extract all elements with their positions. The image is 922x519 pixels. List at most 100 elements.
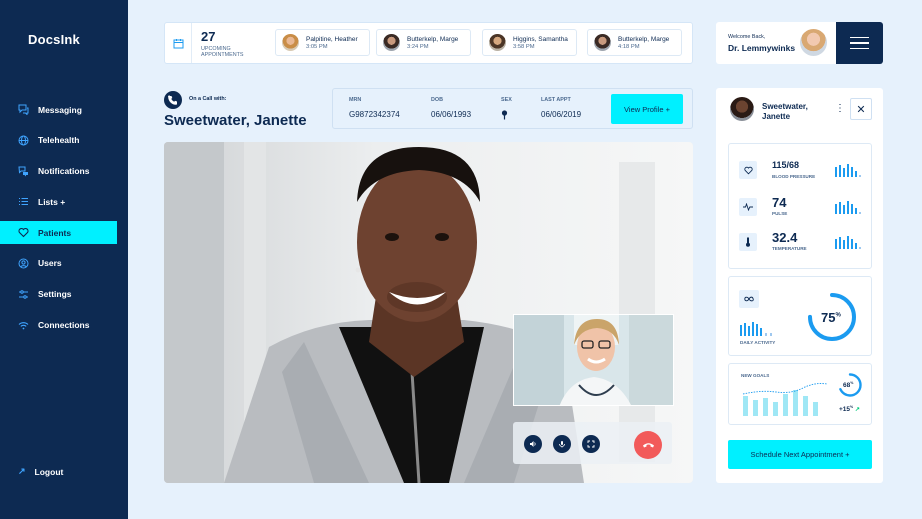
- appointment-card[interactable]: Butterkelp, Marge 4:18 PM: [587, 29, 682, 56]
- sidebar-item-label: Connections: [38, 320, 90, 331]
- sidebar-item-users[interactable]: Users: [0, 252, 128, 275]
- sidebar-item-label: Lists +: [38, 196, 66, 207]
- appointment-time: 3:58 PM: [513, 43, 535, 50]
- goals-delta: +15% ↗: [839, 405, 860, 413]
- new-goals-card: NEW GOALS 68% +15% ↗: [728, 363, 872, 425]
- temperature-sparkline: [835, 236, 861, 249]
- patient-info-bar: MRN G9872342374 DOB 06/06/1993 SEX LAST …: [332, 88, 693, 129]
- bp-sparkline: [835, 164, 861, 177]
- logout-label: Logout: [34, 466, 64, 477]
- mrn-value: G9872342374: [349, 110, 400, 119]
- user-name: Dr. Lemmywinks: [728, 43, 796, 53]
- last-appt-label: LAST APPT: [541, 97, 571, 103]
- schedule-appointment-button[interactable]: Schedule Next Appointment +: [728, 440, 872, 469]
- view-profile-button[interactable]: View Profile +: [611, 94, 683, 124]
- goals-percent-sign: %: [850, 381, 854, 385]
- patient-name-line: Sweetwater,: [762, 102, 808, 111]
- app-logo[interactable]: DocsInk: [28, 32, 80, 47]
- hamburger-line: [850, 42, 869, 44]
- pulse-sparkline: [835, 201, 861, 214]
- goals-percent: 68%: [843, 381, 853, 389]
- sidebar-item-telehealth[interactable]: Telehealth: [0, 129, 128, 152]
- speaker-button[interactable]: [524, 435, 542, 453]
- sidebar: DocsInk Messaging Telehealth Notificatio…: [0, 0, 128, 519]
- phone-hangup-icon: [642, 443, 654, 448]
- fullscreen-button[interactable]: [582, 435, 600, 453]
- vital-label: TEMPERATURE: [772, 246, 807, 251]
- sidebar-item-label: Notifications: [38, 166, 90, 177]
- speaker-icon: [530, 441, 536, 447]
- call-controls: [513, 422, 672, 464]
- heart-icon: [18, 227, 29, 238]
- sidebar-item-settings[interactable]: Settings: [0, 283, 128, 306]
- activity-percent-sign: %: [835, 312, 841, 319]
- vital-blood-pressure: 115/68 BLOOD PRESSURE: [739, 157, 865, 185]
- expand-icon: [587, 440, 595, 448]
- video-feed: [164, 142, 693, 483]
- last-appt-field: LAST APPT 06/06/2019: [541, 97, 581, 119]
- vital-value: 115/68: [772, 160, 800, 170]
- sidebar-item-notifications[interactable]: Notifications: [0, 160, 128, 183]
- pulse-icon: [739, 198, 757, 216]
- heart-icon: [739, 161, 757, 179]
- menu-button[interactable]: [836, 22, 883, 64]
- page-title: Sweetwater, Janette: [164, 112, 307, 129]
- doctor-pip-video[interactable]: [513, 314, 674, 406]
- activity-percent-value: 75: [821, 310, 836, 325]
- on-call-label: On a Call with:: [189, 96, 227, 102]
- chat-icon: [18, 104, 29, 115]
- appointment-name: Butterkelp, Marge: [618, 35, 670, 43]
- dob-value: 06/06/1993: [431, 110, 472, 119]
- sidebar-item-label: Patients: [38, 227, 72, 238]
- appointment-card[interactable]: Higgins, Samantha 3:58 PM: [482, 29, 577, 56]
- bell-chat-icon: [18, 166, 29, 177]
- appointment-time: 4:18 PM: [618, 43, 640, 50]
- welcome-greeting: Welcome Back,: [728, 34, 766, 40]
- appointment-name: Butterkelp, Marge: [407, 35, 459, 43]
- globe-icon: [18, 135, 29, 146]
- appointment-card[interactable]: Palpitine, Heather 3:05 PM: [275, 29, 370, 56]
- sidebar-item-lists[interactable]: Lists +: [0, 190, 128, 213]
- sidebar-nav: Messaging Telehealth Notifications Lists…: [0, 98, 128, 344]
- sex-field: SEX: [501, 97, 512, 122]
- sidebar-item-messaging[interactable]: Messaging: [0, 98, 128, 121]
- close-button[interactable]: ✕: [850, 98, 872, 120]
- trend-up-icon: ↗: [853, 407, 860, 414]
- infinity-icon: [739, 290, 759, 308]
- sliders-icon: [18, 289, 29, 300]
- appointment-time: 3:24 PM: [407, 43, 429, 50]
- sex-label: SEX: [501, 97, 512, 103]
- vital-pulse: 74 PULSE: [739, 194, 865, 222]
- vital-value: 32.4: [772, 230, 798, 245]
- activity-bars: [740, 322, 772, 336]
- sidebar-item-label: Users: [38, 258, 62, 269]
- avatar[interactable]: [800, 29, 827, 56]
- upcoming-count: 27: [201, 29, 216, 44]
- appointment-name: Higgins, Samantha: [513, 35, 568, 43]
- user-icon: [18, 258, 29, 269]
- sidebar-item-connections[interactable]: Connections: [0, 314, 128, 337]
- upcoming-label: UPCOMING APPOINTMENTS: [201, 46, 244, 58]
- dob-field: DOB 06/06/1993: [431, 97, 471, 119]
- avatar: [489, 34, 506, 51]
- last-appt-value: 06/06/2019: [541, 110, 582, 119]
- more-options-icon[interactable]: ⋮: [835, 103, 845, 114]
- doctor-video-image: [514, 315, 673, 405]
- arrow-up-right-icon: ↗: [18, 466, 26, 476]
- hamburger-line: [850, 47, 869, 50]
- hang-up-button[interactable]: [634, 431, 662, 459]
- activity-label: DAILY ACTIVITY: [740, 340, 776, 345]
- hamburger-line: [850, 36, 869, 39]
- mic-icon: [559, 441, 565, 448]
- appointment-card[interactable]: Butterkelp, Marge 3:24 PM: [376, 29, 471, 56]
- sidebar-item-patients[interactable]: Patients: [0, 221, 117, 245]
- female-icon: [501, 110, 512, 122]
- close-icon: ✕: [856, 103, 866, 116]
- avatar: [730, 97, 754, 121]
- logout-button[interactable]: ↗ Logout: [18, 466, 63, 477]
- calendar-icon[interactable]: [165, 23, 192, 63]
- daily-activity-card: DAILY ACTIVITY 75%: [728, 276, 872, 356]
- patient-name-line: Janette: [762, 111, 791, 121]
- mic-button[interactable]: [553, 435, 571, 453]
- dob-label: DOB: [431, 97, 443, 103]
